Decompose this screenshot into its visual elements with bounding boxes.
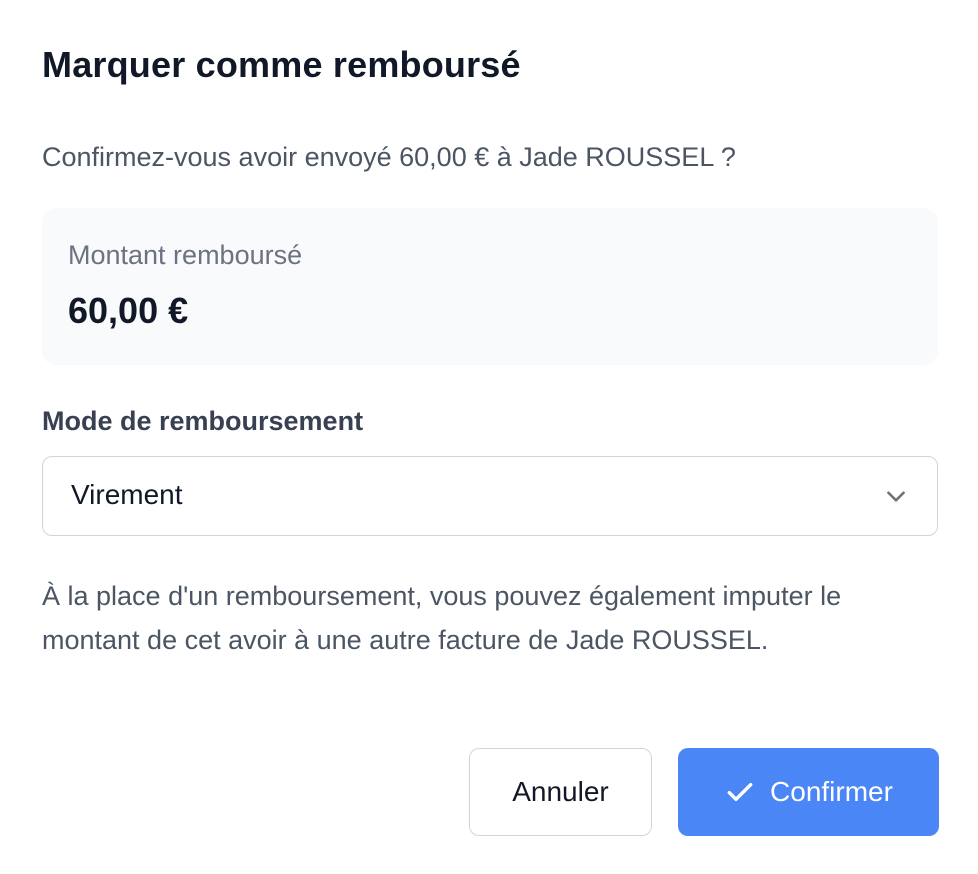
- refund-mode-selected-value: Virement: [71, 479, 183, 510]
- refund-mode-select[interactable]: Virement: [42, 456, 938, 536]
- confirm-button-label: Confirmer: [770, 776, 893, 807]
- dialog-title: Marquer comme remboursé: [42, 44, 521, 85]
- confirmation-question: Confirmez-vous avoir envoyé 60,00 € à Ja…: [42, 142, 736, 172]
- refund-amount-panel: Montant remboursé 60,00 €: [42, 208, 938, 365]
- cancel-button[interactable]: Annuler: [469, 748, 652, 836]
- refund-amount-label: Montant remboursé: [68, 240, 303, 270]
- cancel-button-label: Annuler: [512, 776, 609, 807]
- refund-amount-value: 60,00 €: [68, 290, 189, 331]
- check-icon: [727, 782, 753, 802]
- alternative-info-text: À la place d'un remboursement, vous pouv…: [42, 581, 842, 655]
- refund-mode-label: Mode de remboursement: [42, 406, 364, 436]
- refund-dialog: Marquer comme remboursé Confirmez-vous a…: [0, 0, 978, 874]
- chevron-down-icon: [887, 491, 905, 502]
- confirm-button[interactable]: Confirmer: [678, 748, 939, 836]
